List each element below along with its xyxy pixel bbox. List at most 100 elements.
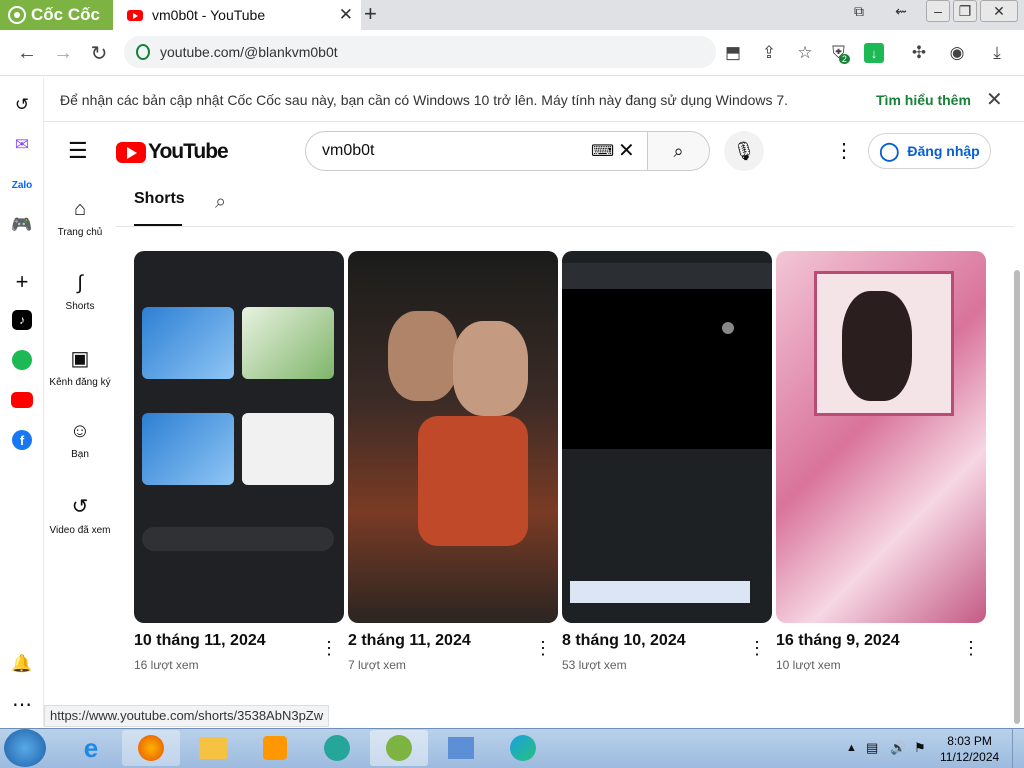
forward-button[interactable]: →: [48, 38, 78, 68]
search-value: vm0b0t: [322, 142, 375, 159]
tiktok-icon[interactable]: ♪: [12, 310, 32, 330]
clear-search-icon[interactable]: ✕: [618, 138, 635, 163]
guide-item-you[interactable]: ☺ Bạn: [44, 420, 116, 460]
account-circle-icon: ◯: [879, 140, 900, 161]
close-tab-icon[interactable]: ✕: [339, 5, 353, 25]
minimize-button[interactable]: –: [926, 0, 950, 22]
sign-in-button[interactable]: ◯ Đăng nhập: [868, 133, 991, 169]
network-icon[interactable]: ▤: [866, 740, 878, 756]
game-controller-icon[interactable]: 🎮: [10, 213, 34, 237]
vpn-app-icon[interactable]: [308, 730, 366, 766]
youtube-logo-text: YouTube: [148, 140, 229, 163]
browser-tab-active[interactable]: vm0b0t - YouTube ✕: [113, 0, 361, 30]
short-date[interactable]: 8 tháng 10, 2024: [562, 632, 686, 650]
short-more-icon[interactable]: ⋮: [534, 638, 552, 659]
short-date[interactable]: 16 tháng 9, 2024: [776, 632, 900, 650]
guide-label: Bạn: [71, 449, 89, 460]
thumbnail-image: [842, 291, 912, 401]
firefox-icon[interactable]: [122, 730, 180, 766]
short-thumbnail[interactable]: [562, 251, 772, 623]
notifications-bell-icon[interactable]: 🔔: [10, 652, 34, 676]
savior-download-icon[interactable]: ↓: [864, 43, 884, 63]
back-forward-cache-icon[interactable]: ⇜: [890, 0, 912, 22]
coccoc-taskbar-icon[interactable]: [370, 730, 428, 766]
youtube-favicon-icon: [127, 9, 143, 21]
thumbnail-image: [562, 289, 772, 449]
control-panel-icon[interactable]: [432, 730, 490, 766]
media-player-icon[interactable]: [246, 730, 304, 766]
youtube-sidebar-icon[interactable]: [11, 392, 33, 408]
short-date[interactable]: 2 tháng 11, 2024: [348, 632, 471, 650]
search-input[interactable]: vm0b0t ⌨ ✕: [305, 131, 647, 171]
keyboard-icon[interactable]: ⌨: [591, 141, 614, 161]
start-button[interactable]: [4, 729, 46, 767]
tab-title: vm0b0t - YouTube: [152, 7, 266, 23]
short-date[interactable]: 10 tháng 11, 2024: [134, 632, 266, 650]
sign-in-label: Đăng nhập: [907, 143, 980, 159]
guide-item-subscriptions[interactable]: ▣ Kênh đăng ký: [44, 346, 116, 388]
page-scrollbar[interactable]: [1014, 270, 1020, 724]
guide-item-home[interactable]: ⌂ Trang chủ: [44, 198, 116, 238]
back-button[interactable]: ←: [12, 38, 42, 68]
hamburger-menu-icon[interactable]: ☰: [68, 138, 88, 164]
history-sidebar-icon[interactable]: ↺: [10, 93, 34, 117]
zalo-icon[interactable]: Zalo: [10, 173, 34, 197]
thumbnail-image: [570, 581, 750, 603]
downloads-icon[interactable]: ⤓: [984, 40, 1010, 66]
browser-brand-menu[interactable]: Cốc Cốc: [0, 0, 113, 30]
close-window-button[interactable]: ✕: [980, 0, 1018, 22]
bookmark-star-icon[interactable]: ☆: [792, 40, 818, 66]
facebook-icon[interactable]: f: [12, 430, 32, 450]
search-button[interactable]: ⌕: [647, 131, 710, 171]
voice-search-button[interactable]: 🎙: [724, 131, 764, 171]
sidebar-more-icon[interactable]: ⋯: [10, 692, 34, 716]
guide-item-shorts[interactable]: ∫ Shorts: [44, 272, 116, 312]
learn-more-link[interactable]: Tìm hiểu thêm: [876, 92, 971, 108]
short-more-icon[interactable]: ⋮: [748, 638, 766, 659]
system-clock[interactable]: 8:03 PM 11/12/2024: [940, 733, 999, 765]
edge-icon[interactable]: [494, 730, 552, 766]
show-hidden-icons-icon[interactable]: ▲: [846, 742, 857, 754]
extensions-puzzle-icon[interactable]: ✣: [906, 40, 932, 66]
tab-search-icon[interactable]: ⧉: [848, 0, 870, 22]
settings-kebab-icon[interactable]: ⋮: [834, 138, 854, 163]
thumbnail-image: [142, 527, 334, 551]
thumbnail-image: [562, 263, 772, 289]
guide-item-history[interactable]: ↺ Video đã xem: [44, 494, 116, 536]
channel-search-icon[interactable]: ⌕: [215, 191, 226, 214]
internet-explorer-icon[interactable]: e: [62, 730, 120, 766]
show-desktop-button[interactable]: [1012, 729, 1024, 768]
shorts-icon: ∫: [77, 272, 83, 294]
profile-icon[interactable]: ◉: [944, 40, 970, 66]
close-infobar-icon[interactable]: ✕: [986, 87, 1003, 112]
history-icon: ↺: [71, 496, 89, 518]
volume-icon[interactable]: 🔊: [890, 740, 906, 756]
install-app-icon[interactable]: ⬒: [720, 40, 746, 66]
short-views: 7 lượt xem: [348, 658, 406, 672]
short-thumbnail[interactable]: [348, 251, 558, 623]
address-bar[interactable]: youtube.com/@blankvm0b0t: [124, 36, 716, 68]
thumbnail-image: [453, 321, 528, 416]
messenger-icon[interactable]: ✉: [10, 133, 34, 157]
adblock-shield-icon[interactable]: ⛨ 2: [828, 40, 854, 66]
short-thumbnail[interactable]: [776, 251, 986, 623]
short-views: 10 lượt xem: [776, 658, 841, 672]
restore-button[interactable]: ❐: [953, 0, 977, 22]
spotify-icon[interactable]: [12, 350, 32, 370]
file-explorer-icon[interactable]: [184, 730, 242, 766]
action-center-flag-icon[interactable]: ⚑: [914, 740, 926, 756]
short-thumbnail[interactable]: [134, 251, 344, 623]
youtube-logo[interactable]: YouTube: [116, 140, 229, 164]
clock-time: 8:03 PM: [947, 734, 992, 748]
short-more-icon[interactable]: ⋮: [320, 638, 338, 659]
short-more-icon[interactable]: ⋮: [962, 638, 980, 659]
infobar-message: Để nhận các bản cập nhật Cốc Cốc sau này…: [60, 91, 789, 108]
share-icon[interactable]: ⇪: [756, 40, 782, 66]
status-url-bubble: https://www.youtube.com/shorts/3538AbN3p…: [44, 705, 330, 727]
new-tab-button[interactable]: +: [364, 1, 377, 27]
reload-button[interactable]: ↻: [84, 38, 114, 68]
tab-shorts[interactable]: Shorts: [134, 190, 185, 208]
guide-label: Kênh đăng ký: [49, 377, 111, 388]
add-sidebar-app-icon[interactable]: +: [10, 269, 34, 294]
thumbnail-image: [142, 413, 234, 485]
